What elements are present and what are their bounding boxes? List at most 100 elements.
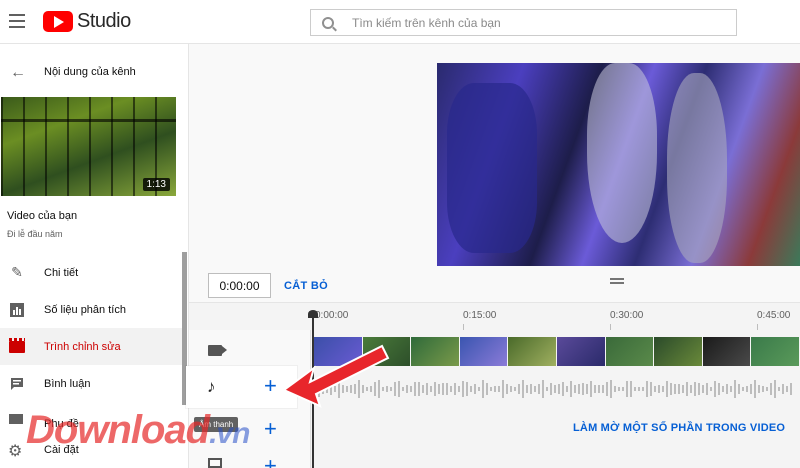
waveform-bar <box>430 385 432 393</box>
waveform-bar <box>462 381 464 397</box>
search-icon <box>322 16 334 29</box>
waveform-bar <box>510 386 512 392</box>
waveform-bar <box>626 381 628 397</box>
waveform-bar <box>766 387 768 391</box>
waveform-bar <box>526 385 528 393</box>
add-endscreen-button[interactable]: + <box>264 455 277 468</box>
waveform-bar <box>418 382 420 396</box>
sidebar-item-label: Bình luận <box>44 377 91 390</box>
waveform-bar <box>658 385 660 393</box>
waveform-bar <box>410 386 412 392</box>
youtube-logo-icon <box>43 10 73 32</box>
waveform-bar <box>538 383 540 395</box>
sidebar-item-comments[interactable]: Bình luận <box>0 365 182 402</box>
waveform-bar <box>694 382 696 396</box>
waveform-bar <box>610 380 612 398</box>
sidebar: ← Nội dung của kênh 1:13 Video của bạn Đ… <box>0 44 189 468</box>
back-to-channel-content[interactable]: ← Nội dung của kênh <box>0 60 189 84</box>
ruler-tick: 0:45:00 <box>757 310 791 321</box>
waveform-bar <box>518 384 520 394</box>
waveform-bar <box>594 385 596 393</box>
watermark: Download.vn <box>26 408 250 453</box>
waveform-bar <box>498 385 500 393</box>
waveform-bar <box>618 386 620 392</box>
waveform-bar <box>470 386 472 392</box>
sidebar-item-analytics[interactable]: Số liệu phân tích <box>0 291 182 328</box>
video-camera-icon <box>208 345 227 356</box>
waveform-bar <box>714 380 716 398</box>
waveform-bar <box>746 385 748 393</box>
sidebar-item-editor[interactable]: Trình chỉnh sửa <box>0 328 182 365</box>
waveform-bar <box>414 381 416 397</box>
waveform-bar <box>578 384 580 394</box>
sidebar-item-label: Số liệu phân tích <box>44 303 126 316</box>
waveform-bar <box>778 386 780 392</box>
waveform-bar <box>450 385 452 393</box>
waveform-bar <box>478 387 480 391</box>
annotation-arrow-icon <box>282 344 390 408</box>
waveform-bar <box>454 383 456 395</box>
waveform-bar <box>662 385 664 393</box>
waveform-bar <box>722 386 724 392</box>
drag-handle-icon[interactable] <box>610 278 624 286</box>
waveform-bar <box>506 383 508 395</box>
waveform-bar <box>574 385 576 393</box>
video-thumbnail[interactable]: 1:13 <box>1 97 176 196</box>
search-box[interactable] <box>310 9 737 36</box>
waveform-bar <box>774 379 776 399</box>
waveform-bar <box>642 386 644 392</box>
ruler-tick: 0:30:00 <box>610 310 644 321</box>
sidebar-item-label: Trình chỉnh sửa <box>44 340 121 353</box>
waveform-bar <box>790 382 792 396</box>
waveform-bar <box>422 384 424 394</box>
waveform-bar <box>686 381 688 397</box>
waveform-bar <box>458 385 460 393</box>
search-input[interactable] <box>352 15 712 30</box>
waveform-bar <box>446 382 448 396</box>
waveform-bar <box>598 385 600 393</box>
waveform-bar <box>670 383 672 395</box>
waveform-bar <box>494 386 496 392</box>
waveform-bar <box>758 384 760 394</box>
back-arrow-icon: ← <box>10 64 26 81</box>
waveform-bar <box>742 387 744 391</box>
waveform-bar <box>530 384 532 394</box>
waveform-bar <box>398 380 400 398</box>
waveform-bar <box>698 383 700 395</box>
add-blur-button[interactable]: + <box>264 418 277 440</box>
waveform-bar <box>390 387 392 391</box>
trim-button[interactable]: CẮT BỎ <box>284 280 328 292</box>
waveform-bar <box>750 384 752 394</box>
waveform-bar <box>486 382 488 396</box>
waveform-bar <box>786 386 788 392</box>
waveform-bar <box>542 380 544 398</box>
gear-icon[interactable]: ⚙ <box>8 441 22 461</box>
sidebar-item-details[interactable]: ✎ Chi tiết <box>0 254 182 291</box>
waveform-bar <box>514 387 516 391</box>
menu-icon[interactable] <box>9 14 25 28</box>
waveform-bar <box>402 386 404 392</box>
waveform-bar <box>570 381 572 397</box>
back-label: Nội dung của kênh <box>44 66 136 78</box>
waveform-bar <box>490 387 492 391</box>
current-time-field[interactable]: 0:00:00 <box>208 273 271 298</box>
waveform-bar <box>702 385 704 393</box>
waveform-bar <box>762 385 764 392</box>
waveform-bar <box>466 382 468 396</box>
video-subtitle: Đi lễ đầu năm <box>7 229 63 239</box>
blur-button[interactable]: LÀM MỜ MỘT SỐ PHẦN TRONG VIDEO <box>573 422 785 434</box>
video-preview[interactable] <box>437 63 800 266</box>
waveform-bar <box>602 385 604 393</box>
waveform-bar <box>546 387 548 391</box>
watermark-suffix: .vn <box>209 417 250 450</box>
waveform-bar <box>754 379 756 399</box>
waveform-bar <box>734 379 736 399</box>
waveform-bar <box>522 379 524 399</box>
video-duration: 1:13 <box>142 178 170 191</box>
waveform-bar <box>710 387 712 391</box>
ruler-tick: 0:15:00 <box>463 310 497 321</box>
studio-logo[interactable]: Studio <box>43 9 131 33</box>
waveform-bar <box>558 383 560 395</box>
waveform-bar <box>582 383 584 395</box>
waveform-bar <box>474 384 476 394</box>
